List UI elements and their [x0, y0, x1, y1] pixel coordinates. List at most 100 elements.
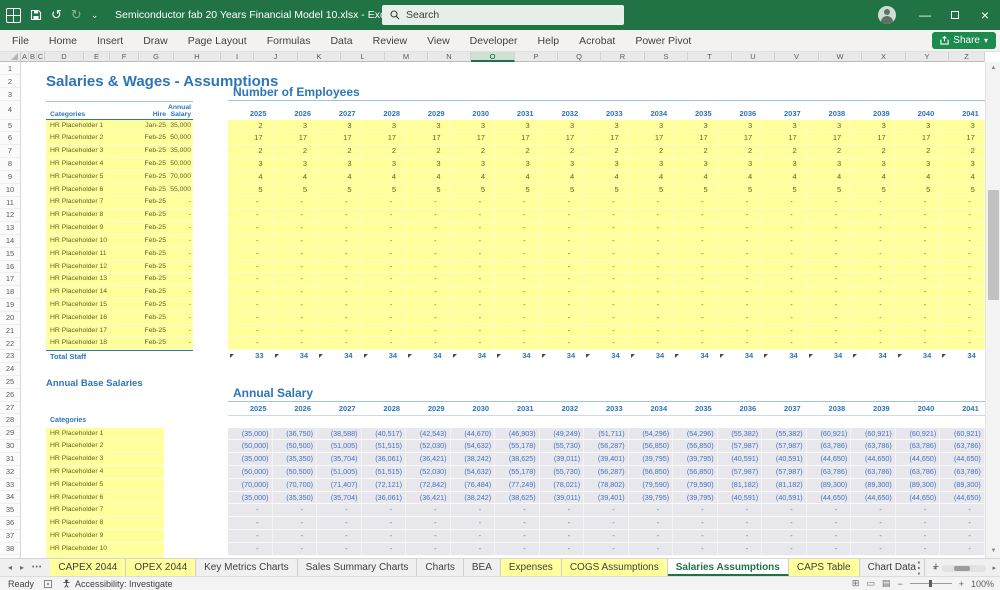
total-staff-cell[interactable]: 34 — [451, 350, 496, 363]
employees-cell[interactable]: - — [807, 260, 852, 273]
employees-cell[interactable]: 4 — [362, 170, 407, 183]
total-staff-cell[interactable]: 34 — [629, 350, 674, 363]
employees-cell[interactable]: 3 — [807, 158, 852, 170]
column-header-P[interactable]: P — [515, 52, 558, 62]
employees-cell[interactable]: - — [495, 273, 540, 286]
base-category-cell[interactable]: HR Placeholder 7 — [46, 504, 164, 518]
employees-cell[interactable]: - — [851, 298, 896, 311]
salary-cell[interactable]: - — [406, 517, 451, 530]
employees-cell[interactable]: - — [451, 311, 496, 324]
salary-cell[interactable]: - — [406, 542, 451, 555]
employees-cell[interactable]: 2 — [495, 145, 540, 158]
year-header-cell[interactable]: 2036 — [718, 109, 763, 118]
employees-cell[interactable]: - — [718, 234, 763, 247]
staff-hire-cell[interactable]: Feb-25 — [138, 184, 166, 196]
employees-cell[interactable]: - — [540, 286, 585, 298]
salary-cell[interactable]: (60,921) — [940, 427, 985, 440]
year-header-cell[interactable]: 2034 — [629, 404, 674, 413]
employees-cell[interactable]: - — [540, 311, 585, 324]
staff-category-cell[interactable]: HR Placeholder 8 — [46, 209, 138, 221]
salary-cell[interactable]: - — [896, 504, 941, 517]
employees-cell[interactable]: 2 — [673, 145, 718, 158]
employees-cell[interactable]: - — [718, 247, 763, 260]
column-header-N[interactable]: N — [428, 52, 471, 62]
employees-cell[interactable]: 4 — [896, 170, 941, 183]
employees-cell[interactable]: - — [718, 324, 763, 337]
salary-cell[interactable]: (63,786) — [851, 466, 896, 478]
salary-cell[interactable]: - — [451, 517, 496, 530]
employees-cell[interactable]: 3 — [762, 119, 807, 132]
employees-cell[interactable]: - — [406, 286, 451, 298]
column-header-D[interactable]: D — [45, 52, 84, 62]
salary-cell[interactable]: (51,515) — [362, 466, 407, 478]
salary-cell[interactable]: (55,730) — [540, 466, 585, 478]
employees-cell[interactable]: - — [629, 222, 674, 234]
row-header-2[interactable]: 2 — [0, 75, 20, 88]
sheet-tab-charts[interactable]: Charts — [417, 559, 464, 576]
employees-cell[interactable]: - — [762, 286, 807, 298]
employees-cell[interactable]: 5 — [629, 183, 674, 196]
employees-cell[interactable]: 4 — [629, 170, 674, 183]
employees-cell[interactable]: - — [406, 209, 451, 222]
salary-cell[interactable]: (63,786) — [896, 466, 941, 478]
salary-cell[interactable]: - — [228, 542, 273, 555]
employees-cell[interactable]: 5 — [540, 183, 585, 196]
staff-category-cell[interactable]: HR Placeholder 9 — [46, 222, 138, 234]
employees-cell[interactable]: - — [273, 324, 318, 337]
accessibility-status[interactable]: Accessibility: Investigate — [62, 579, 173, 589]
employees-cell[interactable]: 2 — [896, 145, 941, 158]
employees-cell[interactable]: - — [718, 196, 763, 209]
column-header-B[interactable]: B — [29, 52, 37, 62]
ribbon-tab-home[interactable]: Home — [39, 30, 87, 52]
salary-cell[interactable]: - — [406, 504, 451, 517]
employees-cell[interactable]: - — [495, 247, 540, 260]
employees-cell[interactable]: 5 — [451, 183, 496, 196]
employees-cell[interactable]: - — [228, 260, 273, 273]
salary-cell[interactable]: - — [584, 530, 629, 542]
salary-cell[interactable]: (89,300) — [940, 478, 985, 491]
year-header-cell[interactable]: 2025 — [228, 109, 273, 118]
column-header-X[interactable]: X — [862, 52, 906, 62]
salary-cell[interactable]: (50,500) — [273, 440, 318, 453]
salary-cell[interactable]: (40,591) — [762, 491, 807, 504]
employees-cell[interactable]: 17 — [451, 132, 496, 145]
employees-cell[interactable]: - — [362, 209, 407, 222]
salary-cell[interactable]: (39,795) — [629, 453, 674, 466]
employees-cell[interactable]: 5 — [317, 183, 362, 196]
employees-cell[interactable]: 17 — [940, 132, 985, 145]
row-header-19[interactable]: 19 — [0, 299, 20, 312]
row-header-36[interactable]: 36 — [0, 517, 20, 530]
year-header-cell[interactable]: 2040 — [896, 109, 941, 118]
share-button[interactable]: Share ▾ — [932, 32, 996, 49]
salary-cell[interactable]: (54,296) — [629, 427, 674, 440]
employees-cell[interactable]: 17 — [317, 132, 362, 145]
employees-cell[interactable]: - — [273, 209, 318, 222]
total-staff-cell[interactable]: 34 — [762, 350, 807, 363]
salary-cell[interactable]: (55,178) — [495, 440, 540, 453]
column-header-Y[interactable]: Y — [906, 52, 949, 62]
employees-cell[interactable]: - — [317, 286, 362, 298]
employees-cell[interactable]: 3 — [362, 119, 407, 132]
employees-cell[interactable]: - — [718, 209, 763, 222]
salary-cell[interactable]: (51,711) — [584, 427, 629, 440]
salary-cell[interactable]: - — [273, 542, 318, 555]
salary-cell[interactable]: - — [228, 517, 273, 530]
salary-cell[interactable]: (36,061) — [362, 491, 407, 504]
salary-cell[interactable]: (44,650) — [896, 453, 941, 466]
salary-cell[interactable]: (51,005) — [317, 440, 362, 453]
employees-cell[interactable]: 3 — [584, 119, 629, 132]
employees-cell[interactable]: - — [762, 209, 807, 222]
year-header-cell[interactable]: 2030 — [451, 404, 496, 413]
staff-salary-cell[interactable]: 50,000 — [166, 132, 193, 144]
salary-cell[interactable]: (63,786) — [807, 440, 852, 453]
employees-cell[interactable]: 3 — [495, 158, 540, 170]
employees-cell[interactable]: 4 — [451, 170, 496, 183]
employees-cell[interactable]: - — [228, 298, 273, 311]
staff-hire-cell[interactable]: Feb-25 — [138, 145, 166, 157]
employees-cell[interactable]: - — [629, 247, 674, 260]
employees-cell[interactable]: 2 — [228, 145, 273, 158]
salary-cell[interactable]: (40,591) — [762, 453, 807, 466]
salary-cell[interactable]: (36,061) — [362, 453, 407, 466]
year-header-cell[interactable]: 2038 — [807, 404, 852, 413]
staff-category-cell[interactable]: HR Placeholder 17 — [46, 325, 138, 337]
